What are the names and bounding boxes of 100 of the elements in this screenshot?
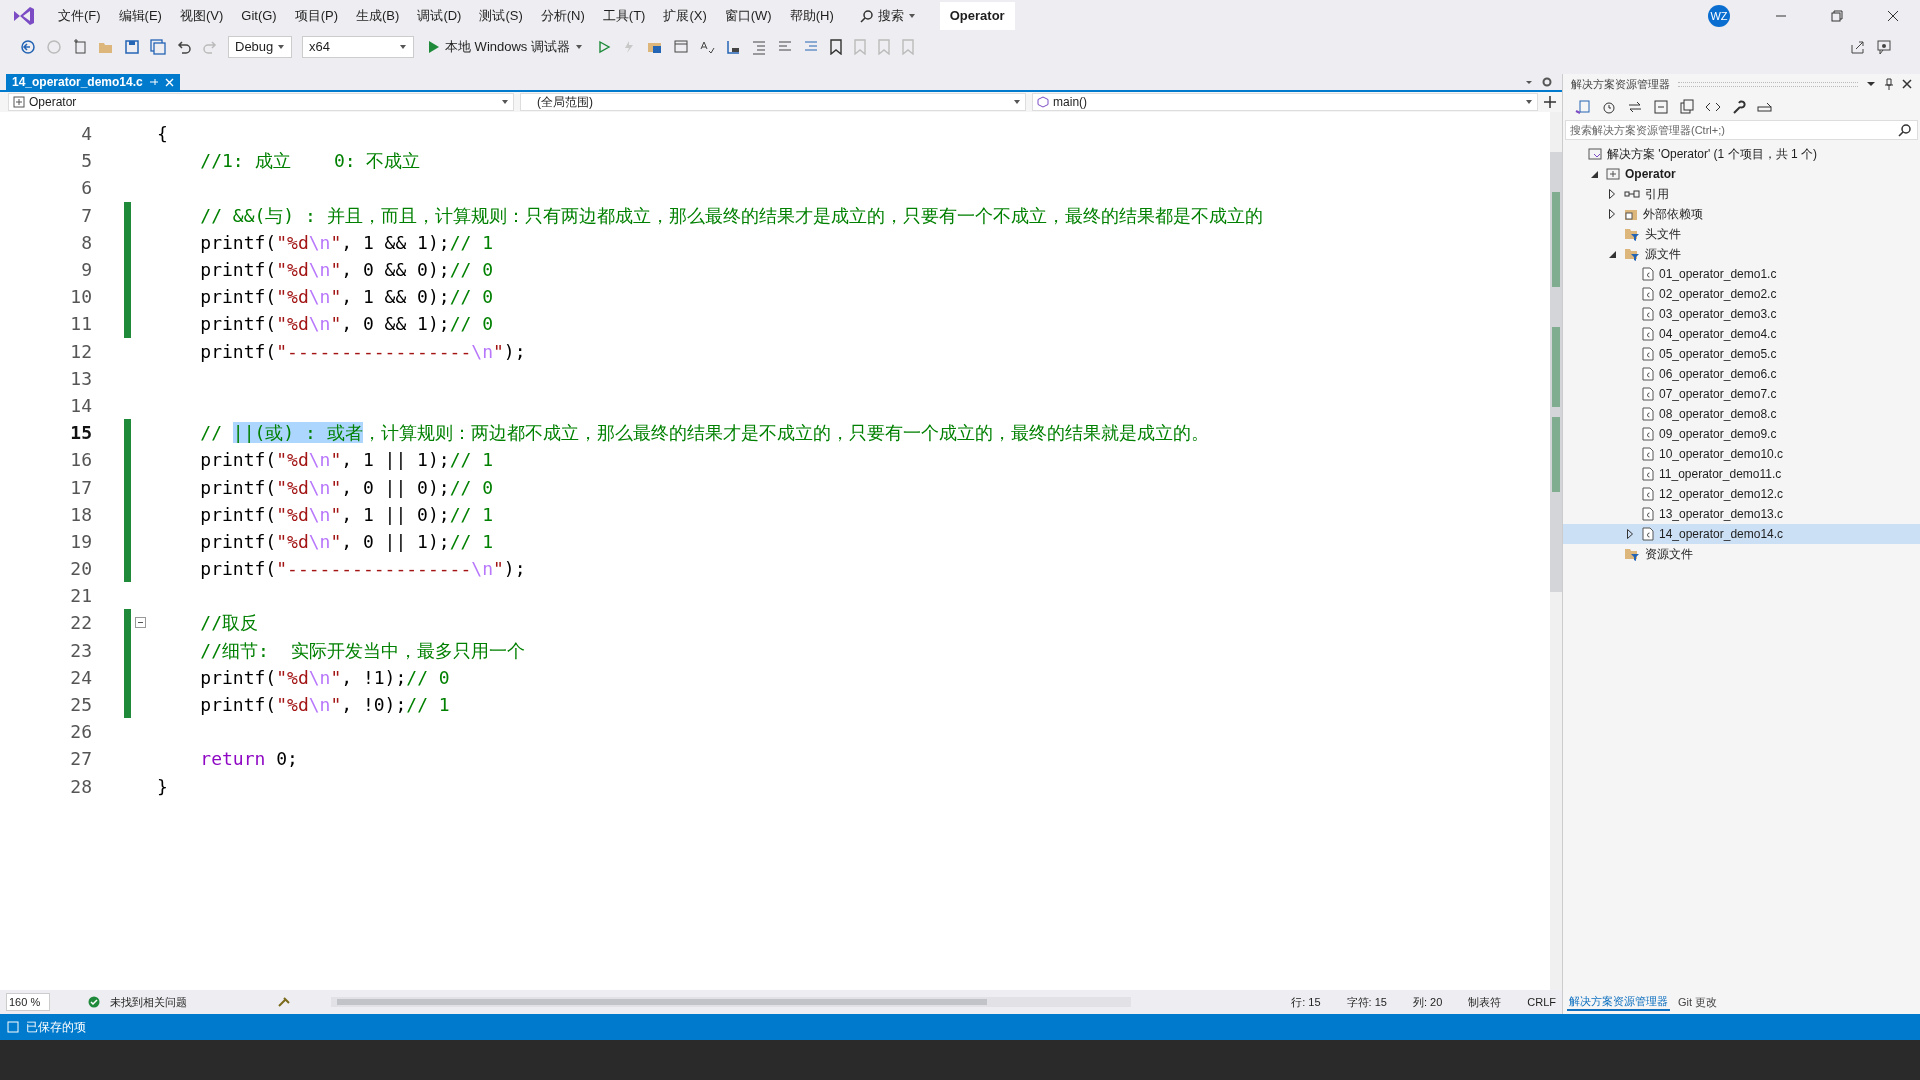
- c-file-icon: [1642, 467, 1654, 481]
- brush-icon[interactable]: [277, 996, 291, 1008]
- menu-item[interactable]: 生成(B): [348, 3, 408, 29]
- horizontal-scrollbar[interactable]: [331, 997, 1131, 1007]
- panel-tab[interactable]: Git 更改: [1676, 993, 1720, 1011]
- show-all-files-icon[interactable]: [1679, 99, 1695, 115]
- tree-item[interactable]: 09_operator_demo9.c: [1563, 424, 1920, 444]
- menu-item[interactable]: Git(G): [233, 3, 285, 29]
- back-icon[interactable]: [20, 39, 36, 55]
- caret-icon: [1525, 98, 1534, 106]
- tree-item[interactable]: 07_operator_demo7.c: [1563, 384, 1920, 404]
- menu-item[interactable]: 调试(D): [409, 3, 470, 29]
- menu-item[interactable]: 分析(N): [532, 3, 593, 29]
- code-line: // ||(或) : 或者，计算规则：两边都不成立，那么最终的结果才是不成立的，只要有一个成立的，最终的结果就是成立的。: [199, 421, 1209, 446]
- platform-dropdown[interactable]: x64: [302, 36, 414, 58]
- history-icon[interactable]: [1601, 99, 1617, 115]
- menu-item[interactable]: 工具(T): [594, 3, 654, 29]
- account-avatar[interactable]: WZ: [1708, 5, 1730, 27]
- issues-status[interactable]: 未找到相关问题: [110, 993, 187, 1011]
- project-icon: [13, 96, 25, 108]
- close-icon[interactable]: [1902, 79, 1912, 89]
- app-logo-icon[interactable]: [12, 5, 36, 27]
- tree-item[interactable]: 06_operator_demo6.c: [1563, 364, 1920, 384]
- menu-item[interactable]: 视图(V): [171, 3, 232, 29]
- tree-item[interactable]: 外部依赖项: [1563, 204, 1920, 224]
- step-icon[interactable]: [724, 39, 741, 55]
- sync-icon[interactable]: [1627, 99, 1643, 115]
- save-all-icon[interactable]: [150, 39, 166, 55]
- collapsed-arrow-icon[interactable]: [1627, 529, 1633, 539]
- save-icon[interactable]: [124, 39, 140, 55]
- tree-item[interactable]: 头文件: [1563, 224, 1920, 244]
- menu-item[interactable]: 窗口(W): [716, 3, 780, 29]
- collapse-icon[interactable]: [135, 617, 146, 629]
- c-file-icon: [1642, 287, 1654, 301]
- tree-item[interactable]: 引用: [1563, 184, 1920, 204]
- search-button[interactable]: 搜索: [853, 4, 922, 28]
- collapse-all-icon[interactable]: [1653, 99, 1669, 115]
- close-icon[interactable]: [1886, 9, 1900, 23]
- tree-item[interactable]: 05_operator_demo5.c: [1563, 344, 1920, 364]
- tree-item[interactable]: 04_operator_demo4.c: [1563, 324, 1920, 344]
- filter-folder-icon: [1624, 227, 1640, 241]
- tree-item[interactable]: 解决方案 'Operator' (1 个项目，共 1 个): [1563, 144, 1920, 164]
- undo-icon[interactable]: [176, 39, 192, 55]
- tree-item[interactable]: 01_operator_demo1.c: [1563, 264, 1920, 284]
- line-number: 15: [69, 421, 92, 446]
- tree-item[interactable]: 08_operator_demo8.c: [1563, 404, 1920, 424]
- menu-item[interactable]: 扩展(X): [655, 3, 715, 29]
- navigation-dropdown[interactable]: (全局范围): [520, 93, 1027, 111]
- panel-tab[interactable]: 解决方案资源管理器: [1567, 992, 1670, 1012]
- search-field[interactable]: 搜索解决方案资源管理器(Ctrl+;): [1565, 120, 1918, 140]
- pin-icon[interactable]: [1884, 78, 1894, 90]
- expanded-arrow-icon[interactable]: [1591, 170, 1598, 178]
- tree-item[interactable]: 12_operator_demo12.c: [1563, 484, 1920, 504]
- expanded-arrow-icon[interactable]: [1609, 250, 1616, 258]
- switch-views-icon[interactable]: [1575, 99, 1591, 115]
- feedback-icon[interactable]: [1876, 39, 1892, 55]
- c-file-icon: [1642, 487, 1654, 501]
- tree-item[interactable]: 11_operator_demo11.c: [1563, 464, 1920, 484]
- line-number: 26: [69, 720, 92, 745]
- configuration-dropdown[interactable]: Debug: [228, 36, 292, 58]
- navigation-dropdown[interactable]: main(): [1032, 93, 1539, 111]
- tree-item[interactable]: 02_operator_demo2.c: [1563, 284, 1920, 304]
- restore-icon[interactable]: [1830, 9, 1844, 23]
- vertical-scrollbar[interactable]: [1550, 112, 1562, 990]
- menu-item[interactable]: 帮助(H): [781, 3, 842, 29]
- tree-item[interactable]: 10_operator_demo10.c: [1563, 444, 1920, 464]
- line-number: 24: [69, 665, 92, 690]
- navigation-dropdown[interactable]: Operator: [8, 93, 515, 111]
- run-without-debugging-icon[interactable]: [596, 40, 611, 54]
- window-icon[interactable]: [672, 39, 689, 55]
- status-text: 字符: 15: [1346, 994, 1387, 1010]
- share-icon[interactable]: [1850, 39, 1866, 55]
- bookmark-icon[interactable]: [828, 39, 843, 55]
- caret-icon: [1013, 98, 1022, 106]
- dropdown-icon[interactable]: [1866, 79, 1876, 89]
- c-file-icon: [1642, 407, 1654, 421]
- code-line: printf("%d\n", !0);// 1: [199, 693, 450, 718]
- start-debugging-button[interactable]: 本地 Windows 调试器: [424, 37, 587, 57]
- code-line: }: [157, 774, 168, 799]
- tree-item[interactable]: 03_operator_demo3.c: [1563, 304, 1920, 324]
- new-item-icon[interactable]: [72, 39, 88, 55]
- zoom-dropdown[interactable]: 160 %: [6, 992, 50, 1012]
- play-icon: [428, 40, 440, 54]
- c-file-icon: [1642, 327, 1654, 341]
- tree-item[interactable]: Operator: [1563, 164, 1920, 184]
- tree-item[interactable]: 14_operator_demo14.c: [1563, 524, 1920, 544]
- caret-icon: [501, 98, 510, 106]
- menu-item[interactable]: 编辑(E): [110, 3, 170, 29]
- tree-item[interactable]: 13_operator_demo13.c: [1563, 504, 1920, 524]
- menu-item[interactable]: 文件(F): [50, 3, 109, 29]
- line-number: 22: [69, 611, 92, 636]
- tree-item[interactable]: 源文件: [1563, 244, 1920, 264]
- line-number: 17: [69, 475, 92, 500]
- code-line: printf("%d\n", 0 && 0);// 0: [199, 258, 493, 283]
- menu-item[interactable]: 测试(S): [471, 3, 531, 29]
- menu-item[interactable]: 项目(P): [286, 3, 347, 29]
- split-icon[interactable]: [1544, 96, 1556, 108]
- tree-item[interactable]: 资源文件: [1563, 544, 1920, 564]
- code-line: printf("-----------------\n");: [199, 339, 526, 364]
- spell-check-icon[interactable]: [698, 39, 715, 55]
